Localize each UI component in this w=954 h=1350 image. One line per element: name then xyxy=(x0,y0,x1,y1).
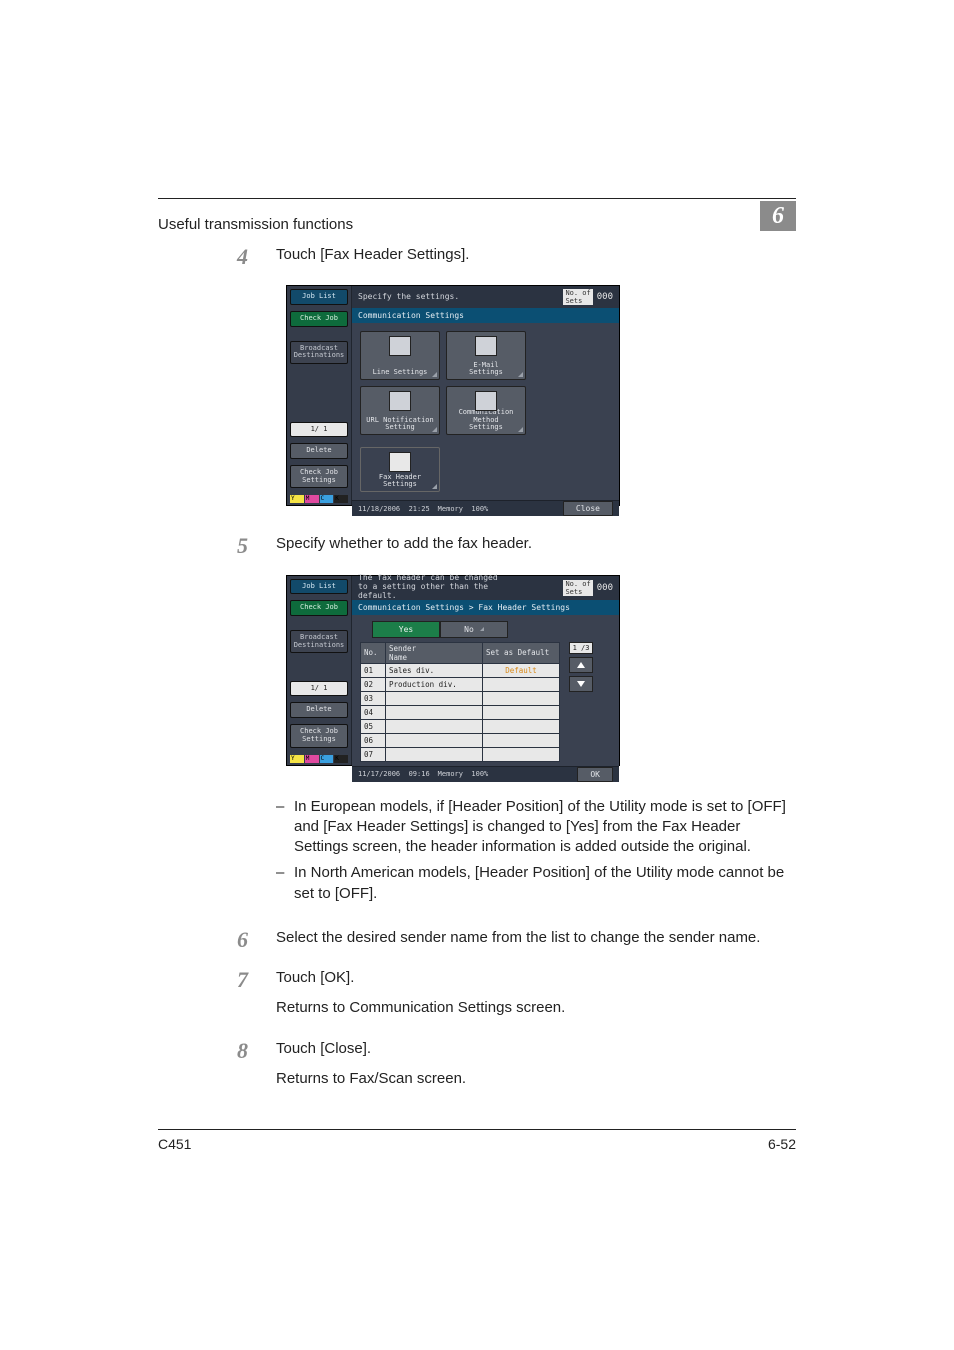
instruction-text: The fax header can be changedto a settin… xyxy=(358,574,518,600)
breadcrumb: Communication Settings > Fax Header Sett… xyxy=(352,600,619,615)
note-text: In European models, if [Header Position]… xyxy=(294,797,796,858)
step-number: 7 xyxy=(158,968,276,1029)
check-job-settings-button[interactable]: Check JobSettings xyxy=(290,724,348,747)
no-button[interactable]: No xyxy=(440,621,508,638)
line-settings-icon xyxy=(389,336,411,356)
col-set-default[interactable]: Set as Default xyxy=(483,642,560,663)
page-indicator: 1/ 1 xyxy=(290,681,348,697)
date-text: 11/17/2006 09:16 xyxy=(358,770,430,778)
comm-method-settings-tile[interactable]: Communication MethodSettings xyxy=(446,386,526,435)
email-settings-icon xyxy=(475,336,497,356)
broadcast-destinations-button[interactable]: BroadcastDestinations xyxy=(290,341,348,364)
fax-header-settings-tile[interactable]: Fax HeaderSettings xyxy=(360,447,440,492)
copies-value: 000 xyxy=(597,292,613,302)
table-row[interactable]: 02Production div. xyxy=(361,677,560,691)
col-sender-name[interactable]: SenderName xyxy=(386,642,483,663)
table-row[interactable]: 04 xyxy=(361,705,560,719)
check-job-button[interactable]: Check Job xyxy=(290,311,348,327)
note-text: In North American models, [Header Positi… xyxy=(294,863,796,904)
job-list-button[interactable]: Job List xyxy=(290,579,348,595)
broadcast-destinations-button[interactable]: BroadcastDestinations xyxy=(290,630,348,653)
step-text: Touch [OK]. xyxy=(276,968,796,988)
scroll-up-button[interactable] xyxy=(569,657,593,673)
page-indicator: 1/ 1 xyxy=(290,422,348,438)
tile-label: Line Settings xyxy=(373,369,428,376)
copies-value: 000 xyxy=(597,583,613,593)
tile-label: Communication MethodSettings xyxy=(447,409,525,431)
url-notification-icon xyxy=(389,391,411,411)
table-row[interactable]: 01Sales div.Default xyxy=(361,663,560,677)
step-text: Touch [Fax Header Settings]. xyxy=(276,245,796,265)
url-notification-tile[interactable]: URL NotificationSetting xyxy=(360,386,440,435)
yes-button[interactable]: Yes xyxy=(372,621,440,638)
tile-label: E-MailSettings xyxy=(469,362,503,377)
ok-button[interactable]: OK xyxy=(577,767,613,782)
job-list-button[interactable]: Job List xyxy=(290,289,348,305)
step-result: Returns to Communication Settings screen… xyxy=(276,998,796,1018)
footer-page: 6-52 xyxy=(768,1136,796,1152)
toner-indicator: YMCK xyxy=(287,753,351,765)
breadcrumb: Communication Settings xyxy=(352,308,619,323)
step-text: Touch [Close]. xyxy=(276,1039,796,1059)
arrow-up-icon xyxy=(577,662,585,668)
fax-header-icon xyxy=(389,452,411,472)
copies-label: No. ofSets xyxy=(563,289,592,305)
delete-button[interactable]: Delete xyxy=(290,443,348,459)
col-no: No. xyxy=(361,642,386,663)
step-number: 4 xyxy=(158,245,276,275)
table-row[interactable]: 06 xyxy=(361,733,560,747)
toner-indicator: YMCK xyxy=(287,493,351,505)
table-row[interactable]: 05 xyxy=(361,719,560,733)
line-settings-tile[interactable]: Line Settings xyxy=(360,331,440,380)
table-page-indicator: 1 /3 xyxy=(569,642,594,654)
screenshot-fax-header-settings: Job List Check Job BroadcastDestinations… xyxy=(286,575,620,766)
step-number: 6 xyxy=(158,928,276,958)
step-text: Select the desired sender name from the … xyxy=(276,928,796,948)
step-number: 8 xyxy=(158,1039,276,1100)
footer-model: C451 xyxy=(158,1136,191,1152)
screenshot-comm-settings: Job List Check Job BroadcastDestinations… xyxy=(286,285,620,506)
table-row[interactable]: 03 xyxy=(361,691,560,705)
step-number: 5 xyxy=(158,534,276,564)
table-row[interactable]: 07 xyxy=(361,747,560,761)
memory-text: Memory 100% xyxy=(438,770,489,778)
section-title: Useful transmission functions xyxy=(158,216,359,233)
arrow-down-icon xyxy=(577,681,585,687)
chapter-number-badge: 6 xyxy=(760,201,796,231)
close-button[interactable]: Close xyxy=(563,501,613,516)
scroll-down-button[interactable] xyxy=(569,676,593,692)
sender-name-table: No. SenderName Set as Default 01Sales di… xyxy=(360,642,560,762)
tile-label: URL NotificationSetting xyxy=(366,417,433,432)
delete-button[interactable]: Delete xyxy=(290,702,348,718)
copies-label: No. ofSets xyxy=(563,580,592,596)
date-text: 11/18/2006 21:25 xyxy=(358,505,430,513)
memory-text: Memory 100% xyxy=(438,505,489,513)
tile-label: Fax HeaderSettings xyxy=(379,474,421,489)
check-job-button[interactable]: Check Job xyxy=(290,600,348,616)
check-job-settings-button[interactable]: Check JobSettings xyxy=(290,465,348,488)
email-settings-tile[interactable]: E-MailSettings xyxy=(446,331,526,380)
instruction-text: Specify the settings. xyxy=(358,293,459,302)
step-text: Specify whether to add the fax header. xyxy=(276,534,796,554)
comm-method-icon xyxy=(475,391,497,411)
step-result: Returns to Fax/Scan screen. xyxy=(276,1069,796,1089)
